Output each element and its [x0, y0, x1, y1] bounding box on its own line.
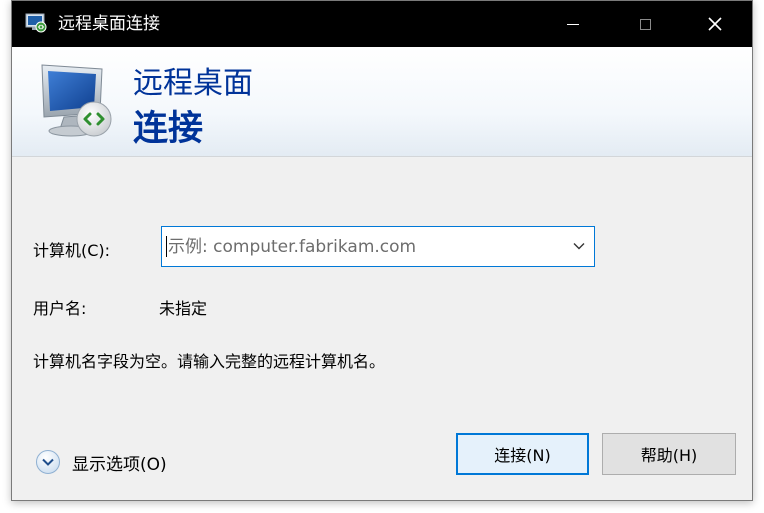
- username-value: 未指定: [159, 299, 208, 318]
- connect-button[interactable]: 连接(N): [456, 433, 589, 475]
- expand-circle-icon: [36, 450, 60, 474]
- computer-input[interactable]: [168, 227, 548, 266]
- chevron-down-icon[interactable]: [572, 239, 586, 253]
- header-banner: [12, 47, 752, 157]
- remote-desktop-monitor-icon: [41, 64, 112, 137]
- maximize-button[interactable]: [622, 1, 668, 47]
- close-icon: [708, 17, 722, 31]
- computer-combobox[interactable]: [161, 226, 595, 267]
- show-options-toggle[interactable]: 显示选项(O): [35, 448, 167, 476]
- help-button[interactable]: 帮助(H): [602, 433, 736, 475]
- minimize-button[interactable]: [550, 1, 596, 47]
- close-button[interactable]: [692, 1, 738, 47]
- text-cursor: [166, 236, 167, 257]
- banner-title-line1: 远程桌面: [133, 66, 253, 101]
- banner-divider: [12, 156, 752, 158]
- show-options-label: 显示选项(O): [72, 454, 167, 475]
- maximize-icon: [639, 18, 651, 30]
- minimize-icon: [567, 23, 579, 25]
- username-label: 用户名:: [33, 299, 87, 318]
- title-bar[interactable]: 远程桌面连接: [12, 1, 752, 47]
- window-title: 远程桌面连接: [58, 14, 160, 34]
- status-message: 计算机名字段为空。请输入完整的远程计算机名。: [33, 352, 386, 371]
- banner-title-line2: 连接: [133, 109, 204, 149]
- computer-label: 计算机(C):: [33, 241, 111, 260]
- remote-desktop-icon: [25, 13, 47, 33]
- remote-desktop-window: 远程桌面连接 远程桌面 连接 计算机(C): 示例: computer.fabr…: [11, 0, 753, 501]
